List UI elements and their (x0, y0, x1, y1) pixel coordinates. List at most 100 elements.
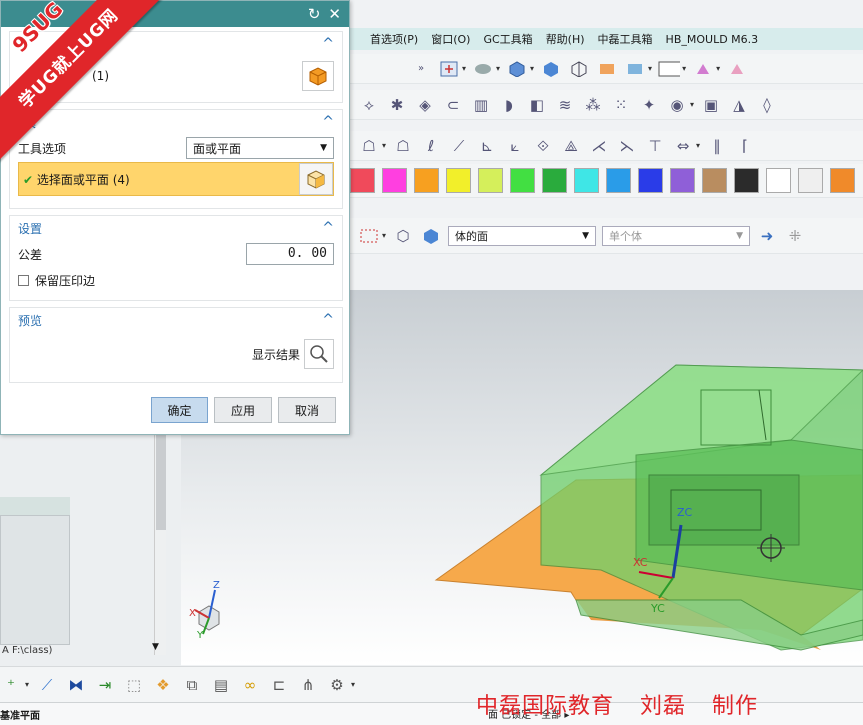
color-swatch[interactable] (350, 168, 375, 193)
chevron-down-icon[interactable]: ▾ (382, 231, 386, 240)
navigator-scrollbar[interactable] (154, 435, 166, 655)
color-swatch[interactable] (542, 168, 567, 193)
tube-icon[interactable]: ⊂ (442, 95, 464, 115)
color-swatch[interactable] (798, 168, 823, 193)
arrow-right-icon[interactable]: ➜ (756, 226, 778, 246)
cancel-button[interactable]: 取消 (278, 397, 336, 423)
chevron-down-icon[interactable]: ▾ (382, 141, 386, 150)
move-icon[interactable]: ⇥ (94, 675, 116, 695)
view-cube-icon[interactable] (506, 59, 528, 79)
offset-icon[interactable]: ⟐ (532, 136, 554, 156)
color-swatch[interactable] (414, 168, 439, 193)
drawing-icon[interactable]: ▤ (210, 675, 232, 695)
color-box-icon[interactable] (658, 59, 681, 79)
chevron-down-icon[interactable]: ▾ (351, 680, 355, 689)
chamfer-icon[interactable]: ⟋ (448, 136, 470, 156)
pattern-icon[interactable]: ⁂ (582, 95, 604, 115)
color-swatch[interactable] (606, 168, 631, 193)
reset-icon[interactable]: ↻ (308, 5, 321, 23)
color-swatch[interactable] (510, 168, 535, 193)
ok-button[interactable]: 确定 (151, 397, 208, 423)
chevron-down-icon[interactable]: ▾ (496, 64, 500, 73)
close-icon[interactable]: ✕ (328, 5, 341, 23)
menu-help[interactable]: 帮助(H) (546, 31, 585, 47)
chevron-down-icon[interactable]: ▾ (530, 64, 534, 73)
color-swatch[interactable] (734, 168, 759, 193)
face-filter-select[interactable]: 体的面 ▼ (448, 225, 597, 246)
component-icon[interactable]: ❖ (152, 675, 174, 695)
keep-imprint-checkbox[interactable] (18, 274, 29, 286)
collapse-caret-icon[interactable]: ^ (322, 312, 334, 328)
show-result-button[interactable] (304, 339, 334, 369)
mirror-icon[interactable]: ⧓ (65, 675, 87, 695)
split-icon[interactable]: ⋋ (616, 136, 638, 156)
explode-icon[interactable]: ⋔ (297, 675, 319, 695)
color-swatch[interactable] (574, 168, 599, 193)
select-solid-icon[interactable]: ⬡ (392, 226, 414, 246)
color-swatch[interactable] (766, 168, 791, 193)
background-icon[interactable] (596, 59, 618, 79)
color-swatch[interactable] (382, 168, 407, 193)
snap-point-icon[interactable] (692, 59, 714, 79)
color-swatch[interactable] (478, 168, 503, 193)
stamp-icon[interactable]: ⊏ (268, 675, 290, 695)
chevron-down-icon[interactable]: ▾ (716, 64, 720, 73)
collapse-caret-icon[interactable]: ^ (322, 220, 334, 236)
dots-icon[interactable]: ⁙ (610, 95, 632, 115)
settings-section-header[interactable]: 设置 ^ (10, 216, 342, 240)
collapse-caret-icon[interactable]: ^ (322, 36, 334, 52)
snap-icon[interactable]: ⁜ (784, 226, 806, 246)
select-face-row[interactable]: ✔ 选择面或平面 (4) (18, 162, 334, 196)
color-swatch[interactable] (702, 168, 727, 193)
intersect-icon[interactable]: ⋌ (588, 136, 610, 156)
rectangle-select-icon[interactable] (358, 226, 380, 246)
fillet-icon[interactable]: ℓ (420, 136, 442, 156)
extrude-icon[interactable]: ▥ (470, 95, 492, 115)
collapse-caret-icon[interactable]: ^ (322, 114, 334, 130)
assembly-icon[interactable]: ⬚ (123, 675, 145, 695)
tool-section-header[interactable]: 具 ^ (10, 110, 342, 134)
layer-icon[interactable] (624, 59, 646, 79)
bracket-icon[interactable]: ⌈ (734, 136, 756, 156)
menu-zhonglei-toolbox[interactable]: 中磊工具箱 (598, 31, 653, 47)
measure-icon[interactable]: ⇔ (672, 136, 694, 156)
chevron-down-icon[interactable]: ▾ (648, 64, 652, 73)
datum-icon[interactable]: ⟋ (36, 675, 58, 695)
color-swatch[interactable] (446, 168, 471, 193)
tool-option-select[interactable]: 面或平面 ▼ (186, 137, 334, 159)
sketch-curve-icon[interactable]: ☖ (358, 136, 380, 156)
block-icon[interactable]: ▣ (700, 95, 722, 115)
preview-section-header[interactable]: 预览 ^ (10, 308, 342, 332)
wireframe-view-icon[interactable] (568, 59, 590, 79)
stack-icon[interactable]: ≋ (554, 95, 576, 115)
chevron-down-icon[interactable]: ▾ (682, 64, 686, 73)
select-face-button[interactable] (299, 163, 333, 195)
select-face-icon[interactable] (420, 226, 442, 246)
select-body-button[interactable] (302, 61, 334, 91)
chevron-down-icon[interactable]: ▾ (25, 680, 29, 689)
shaded-view-icon[interactable] (540, 59, 562, 79)
chevron-down-icon[interactable]: ▾ (696, 141, 700, 150)
snap-point-2-icon[interactable] (726, 59, 748, 79)
project-icon[interactable]: ⟁ (560, 136, 582, 156)
eraser-icon[interactable]: ◊ (756, 95, 778, 115)
point-icon[interactable]: ◉ (666, 95, 688, 115)
render-style-icon[interactable] (472, 59, 494, 79)
mesh-icon[interactable]: ✱ (386, 95, 408, 115)
chevron-down-icon[interactable]: ▾ (462, 64, 466, 73)
apply-button[interactable]: 应用 (214, 397, 272, 423)
settings-icon[interactable]: ⚙ (326, 675, 348, 695)
sketch-curve-2-icon[interactable]: ☖ (392, 136, 414, 156)
menu-gc-toolbox[interactable]: GC工具箱 (483, 31, 532, 47)
sweep-icon[interactable]: ⟡ (358, 95, 380, 115)
menu-window[interactable]: 窗口(O) (431, 31, 470, 47)
color-swatch[interactable] (830, 168, 855, 193)
tolerance-input[interactable]: 0. 00 (246, 243, 334, 265)
link-icon[interactable]: ∞ (239, 675, 261, 695)
tool-icon[interactable]: ✦ (638, 95, 660, 115)
fit-view-icon[interactable] (438, 59, 460, 79)
scroll-thumb[interactable] (156, 435, 166, 530)
menu-hb-mould[interactable]: HB_MOULD M6.3 (666, 33, 759, 46)
constraint-icon[interactable]: ⧉ (181, 675, 203, 695)
menu-preferences[interactable]: 首选项(P) (370, 31, 418, 47)
